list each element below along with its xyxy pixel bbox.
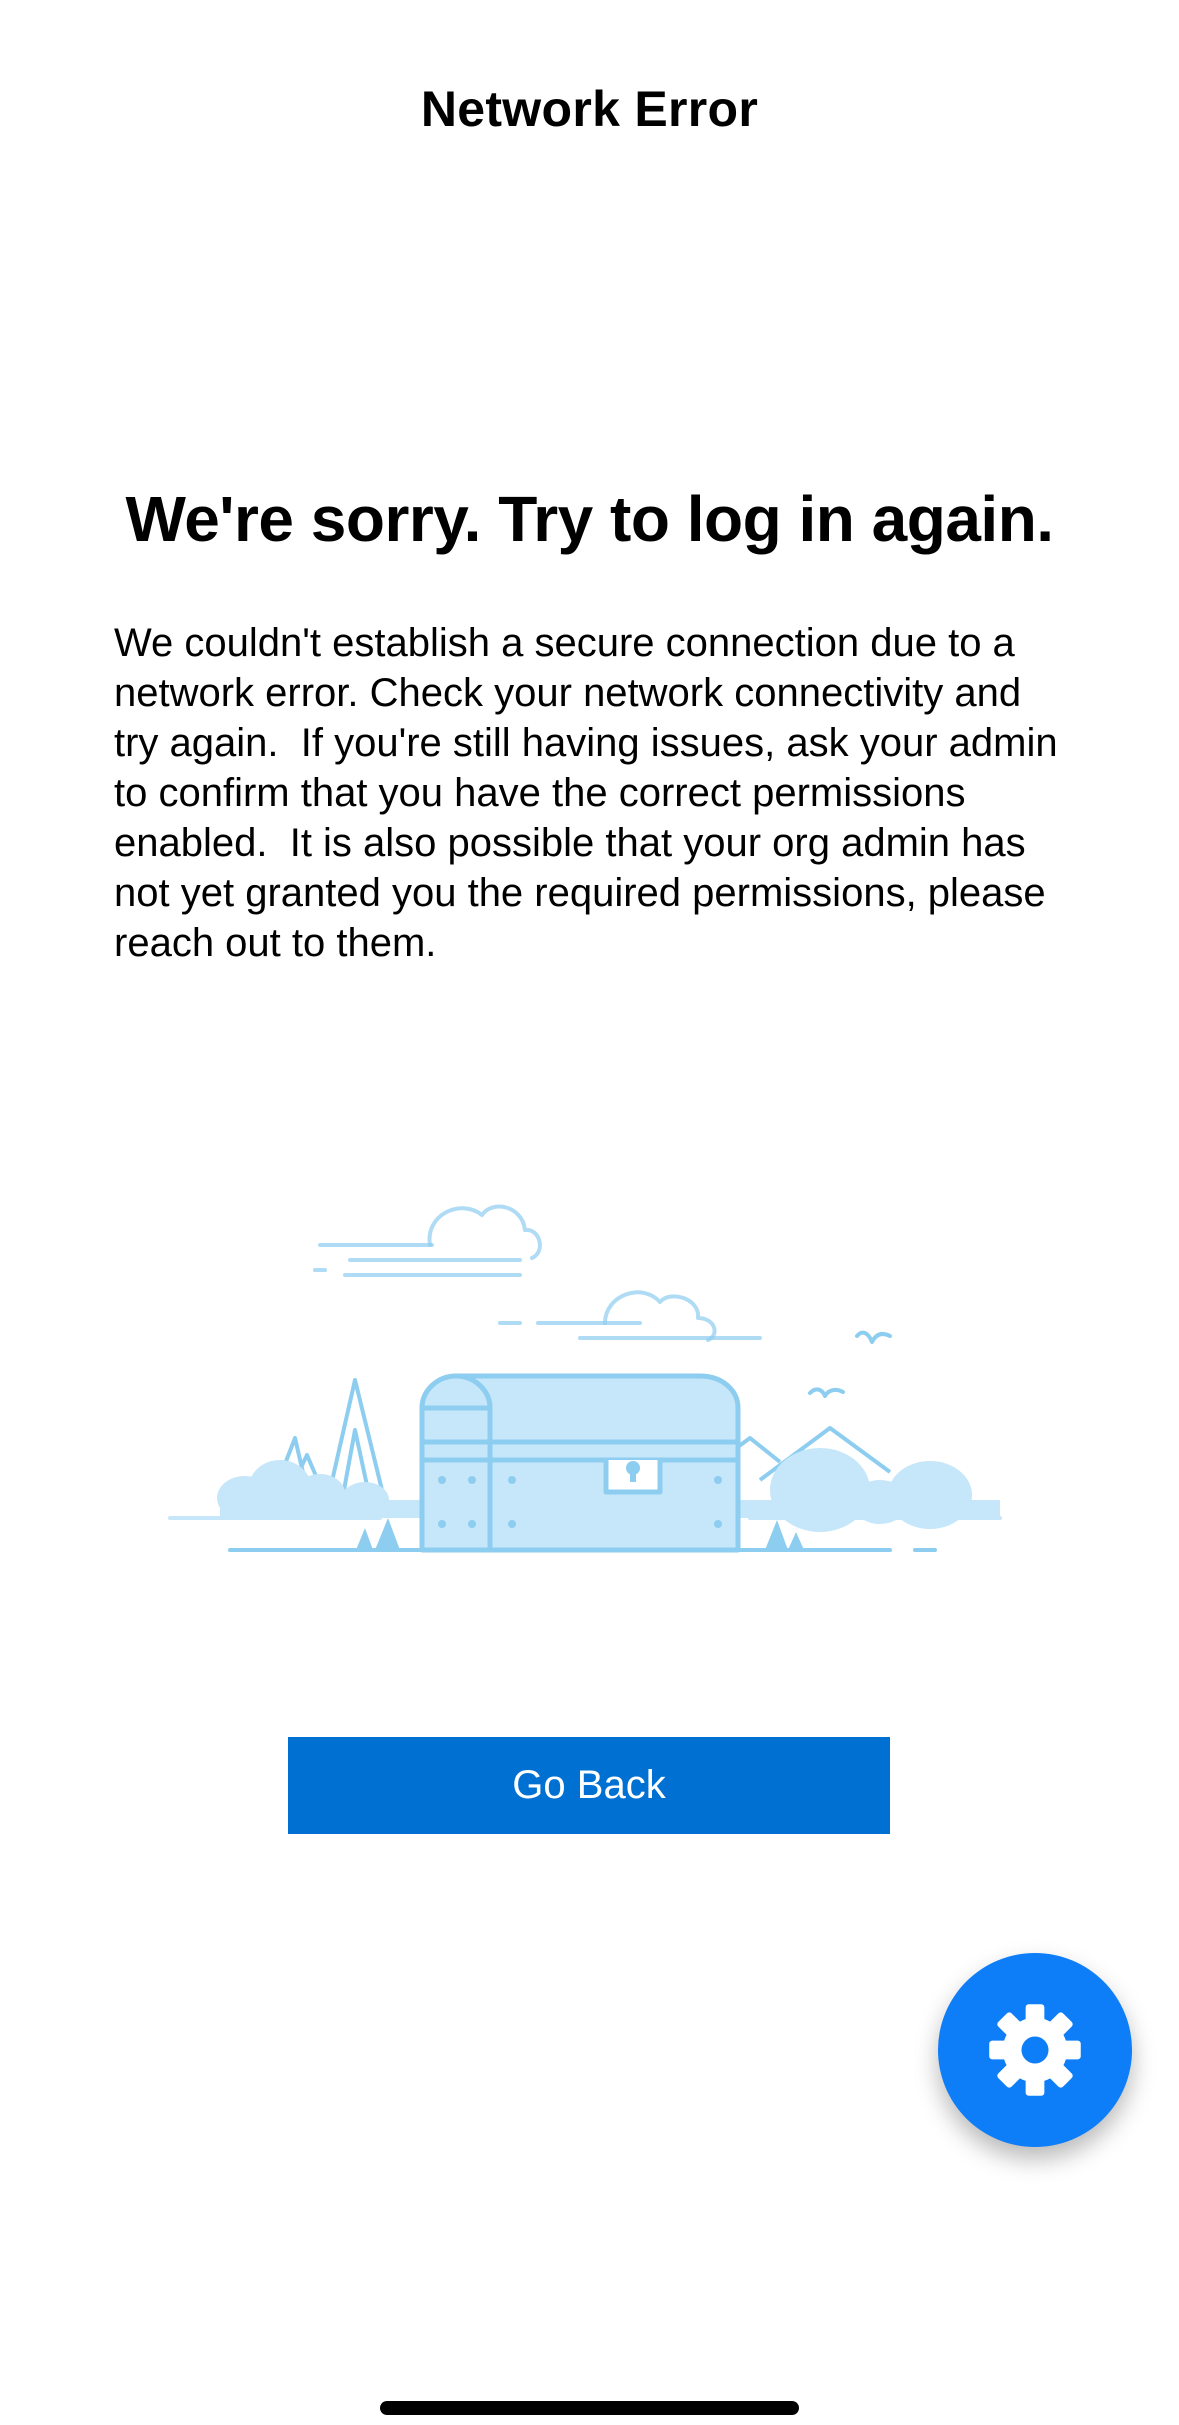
error-message: We couldn't establish a secure connectio…	[114, 621, 1069, 965]
gear-icon	[989, 2004, 1081, 2096]
error-headline: We're sorry. Try to log in again.	[125, 483, 1054, 555]
settings-button[interactable]	[938, 1953, 1132, 2147]
home-indicator	[380, 2401, 799, 2415]
page-title: Network Error	[420, 81, 759, 137]
treasure-chest-illustration	[168, 1204, 1002, 1553]
go-back-button[interactable]: Go Back	[288, 1737, 890, 1834]
